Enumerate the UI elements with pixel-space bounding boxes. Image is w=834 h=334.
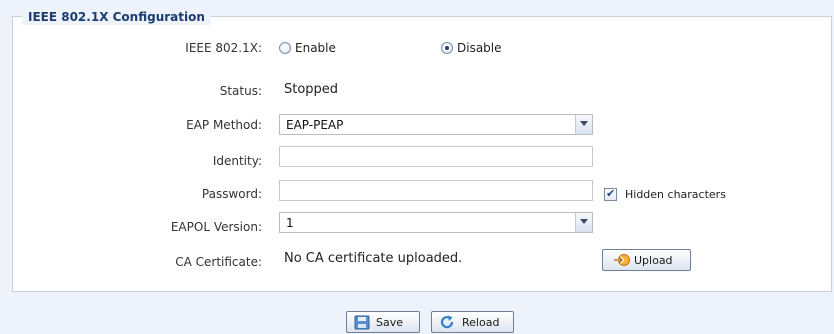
eapol-version-label: EAPOL Version:	[170, 220, 262, 234]
eap-method-select[interactable]: EAP-PEAP	[279, 114, 593, 135]
reload-button[interactable]: Reload	[431, 311, 514, 333]
disable-radio[interactable]	[441, 42, 453, 54]
eapol-version-selected: 1	[286, 216, 294, 230]
disable-radio-label[interactable]: Disable	[457, 41, 502, 55]
identity-label: Identity:	[212, 154, 262, 168]
upload-arrow-icon	[613, 253, 631, 270]
checkmark-icon: ✔	[606, 187, 616, 200]
ca-certificate-label: CA Certificate:	[175, 255, 262, 269]
save-button[interactable]: Save	[346, 311, 420, 333]
status-value: Stopped	[284, 82, 339, 97]
save-button-label: Save	[376, 316, 404, 329]
status-label: Status:	[219, 84, 262, 98]
hidden-characters-label[interactable]: Hidden characters	[625, 188, 726, 201]
upload-button[interactable]: Upload	[602, 249, 691, 271]
ieee8021x-label: IEEE 802.1X:	[185, 41, 262, 55]
reload-button-label: Reload	[462, 316, 500, 329]
password-field[interactable]	[279, 180, 593, 201]
section-title: IEEE 802.1X Configuration	[22, 9, 211, 25]
password-label: Password:	[201, 187, 262, 201]
eap-method-selected: EAP-PEAP	[286, 118, 344, 132]
chevron-down-icon[interactable]	[575, 213, 592, 232]
hidden-characters-checkbox[interactable]: ✔	[604, 187, 617, 201]
refresh-icon	[439, 315, 455, 333]
ca-certificate-value: No CA certificate uploaded.	[284, 251, 463, 266]
identity-field[interactable]	[279, 146, 593, 167]
enable-radio-label[interactable]: Enable	[295, 41, 336, 55]
floppy-disk-icon	[354, 315, 370, 333]
eap-method-label: EAP Method:	[186, 118, 262, 132]
eapol-version-select[interactable]: 1	[279, 212, 593, 233]
enable-radio[interactable]	[279, 42, 291, 54]
chevron-down-icon[interactable]	[575, 115, 592, 134]
upload-button-label: Upload	[634, 254, 673, 267]
